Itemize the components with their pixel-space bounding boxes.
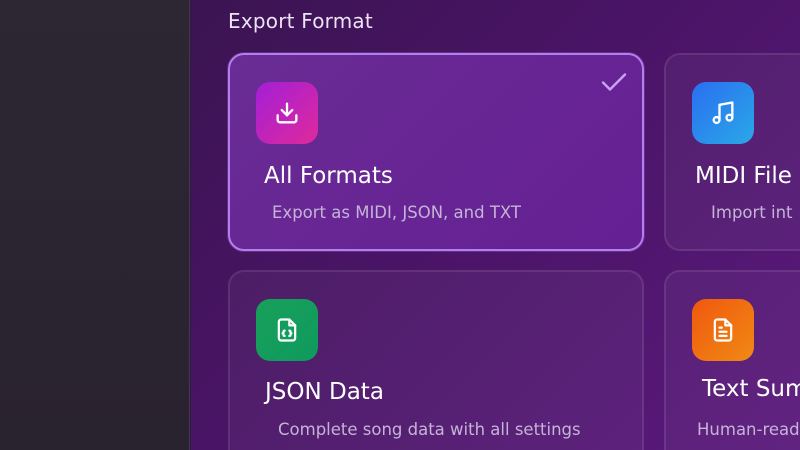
card-description: Import int: [711, 203, 793, 222]
text-file-icon: [692, 299, 754, 361]
format-card-text-summary[interactable]: Text Sum Human-read: [664, 270, 800, 450]
music-note-icon: [692, 82, 754, 144]
sidebar-panel: [0, 0, 190, 450]
json-file-icon: [256, 299, 318, 361]
card-description: Human-read: [697, 420, 800, 439]
format-card-json-data[interactable]: JSON Data Complete song data with all se…: [228, 270, 644, 450]
card-description: Export as MIDI, JSON, and TXT: [272, 203, 521, 222]
card-title: All Formats: [264, 163, 393, 189]
format-card-all-formats[interactable]: All Formats Export as MIDI, JSON, and TX…: [228, 53, 644, 251]
download-icon: [256, 82, 318, 144]
card-title: Text Sum: [702, 376, 800, 402]
checkmark-icon: [601, 73, 627, 91]
card-title: JSON Data: [265, 379, 384, 405]
section-title: Export Format: [228, 9, 373, 33]
card-title: MIDI File: [695, 163, 792, 189]
export-format-panel: Export Format All Formats Export as MIDI…: [191, 0, 800, 450]
card-description: Complete song data with all settings: [278, 420, 581, 439]
format-card-midi-file[interactable]: MIDI File Import int: [664, 53, 800, 251]
